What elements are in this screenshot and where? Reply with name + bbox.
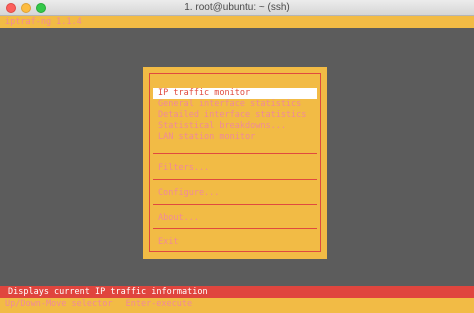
terminal-screen[interactable]: iptraf-ng 1.1.4 IP traffic monitor Gener…	[0, 16, 474, 313]
terminal-window: 1. root@ubuntu: ~ (ssh) iptraf-ng 1.1.4 …	[0, 0, 474, 313]
main-menu-border: IP traffic monitor General interface sta…	[149, 73, 321, 252]
window-title: 1. root@ubuntu: ~ (ssh)	[184, 2, 290, 13]
menu-separator	[153, 179, 317, 180]
app-version-label: iptraf-ng 1.1.4	[5, 17, 82, 27]
menu-item-statistical-breakdowns[interactable]: Statistical breakdowns...	[153, 121, 317, 132]
menu-item-detailed-interface-statistics[interactable]: Detailed interface statistics	[153, 110, 317, 121]
menu-item-filters[interactable]: Filters...	[153, 163, 317, 174]
menu-item-lan-station-monitor[interactable]: LAN station monitor	[153, 132, 317, 143]
status-description-bar: Displays current IP traffic information	[0, 286, 474, 298]
menu-item-configure[interactable]: Configure...	[153, 188, 317, 199]
menu-item-general-interface-statistics[interactable]: General interface statistics	[153, 99, 317, 110]
window-titlebar[interactable]: 1. root@ubuntu: ~ (ssh)	[0, 0, 474, 16]
menu-item-about[interactable]: About...	[153, 213, 317, 224]
menu-item-exit[interactable]: Exit	[153, 237, 317, 248]
menu-separator	[153, 204, 317, 205]
main-menu-panel: IP traffic monitor General interface sta…	[143, 67, 327, 259]
help-select-hint: Enter-execute	[125, 299, 193, 309]
app-header-bar: iptraf-ng 1.1.4	[0, 16, 474, 28]
menu-separator	[153, 228, 317, 229]
key-help-bar: Up/Down-Move selector Enter-execute	[0, 298, 474, 313]
status-description: Displays current IP traffic information	[8, 287, 208, 297]
help-navigate-hint: Up/Down-Move selector	[5, 299, 113, 309]
menu-separator	[153, 153, 317, 154]
menu-item-ip-traffic-monitor[interactable]: IP traffic monitor	[153, 88, 317, 99]
